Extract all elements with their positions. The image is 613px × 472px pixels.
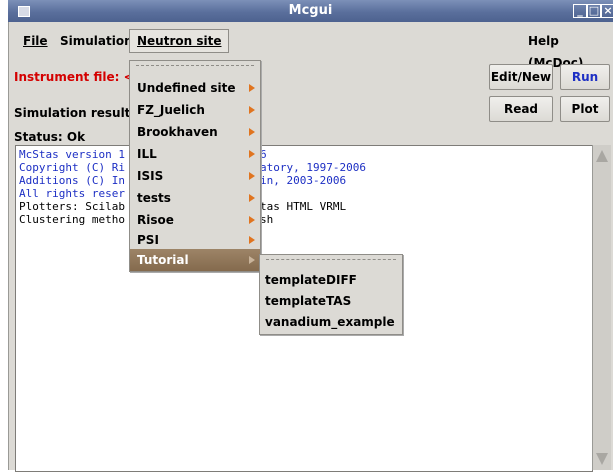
title-bar: Mcgui _ □ × xyxy=(8,0,613,22)
submenu-arrow-icon xyxy=(249,84,255,92)
console-line: Copyright (C) Ri xyxy=(19,161,125,174)
site-item-isis[interactable]: ISIS xyxy=(130,165,260,187)
site-item-brookhaven[interactable]: Brookhaven xyxy=(130,121,260,143)
site-item-ill[interactable]: ILL xyxy=(130,143,260,165)
maximize-icon[interactable]: □ xyxy=(587,4,601,18)
read-button[interactable]: Read xyxy=(489,96,553,122)
submenu-arrow-icon xyxy=(249,256,255,264)
tearoff-line[interactable] xyxy=(136,65,254,66)
submenu-arrow-icon xyxy=(249,172,255,180)
site-item-undefined[interactable]: Undefined site xyxy=(130,77,260,99)
site-item-tutorial[interactable]: Tutorial xyxy=(130,249,260,271)
site-item-label: Tutorial xyxy=(137,253,189,267)
site-item-psi[interactable]: PSI xyxy=(130,229,260,251)
site-item-label: Brookhaven xyxy=(137,125,218,139)
tutorial-item-vanadium-example[interactable]: vanadium_example xyxy=(260,311,402,333)
tutorial-item-templatetas[interactable]: templateTAS xyxy=(260,290,402,312)
site-item-fz-juelich[interactable]: FZ_Juelich xyxy=(130,99,260,121)
menu-help[interactable]: Help (McDoc) xyxy=(521,30,613,70)
console-line-tail: tas HTML VRML xyxy=(260,200,347,213)
submenu-arrow-icon xyxy=(249,236,255,244)
console-line-tail: atory, 1997-2006 xyxy=(260,161,366,174)
console-line: Plotters: Scilab xyxy=(19,200,125,213)
submenu-arrow-icon xyxy=(249,106,255,114)
console-line: All rights reser xyxy=(19,187,125,200)
edit-new-button[interactable]: Edit/New xyxy=(489,64,553,90)
menu-file-label: File xyxy=(23,34,48,48)
console-line-tail: in, 2003-2006 xyxy=(260,174,347,187)
console-line: Additions (C) In xyxy=(19,174,125,187)
scroll-up-icon[interactable] xyxy=(596,150,608,162)
site-item-label: ILL xyxy=(137,147,157,161)
site-item-label: FZ_Juelich xyxy=(137,103,205,117)
console-line-tail: sh xyxy=(260,213,274,226)
scroll-down-icon[interactable] xyxy=(596,453,608,465)
site-item-label: ISIS xyxy=(137,169,164,183)
status-label: Status: Ok xyxy=(14,130,86,144)
submenu-arrow-icon xyxy=(249,150,255,158)
instrument-file-label: Instrument file: <N xyxy=(14,70,144,84)
site-item-label: Undefined site xyxy=(137,81,236,95)
menu-file[interactable]: File xyxy=(16,30,55,52)
site-item-risoe[interactable]: Risoe xyxy=(130,209,260,231)
window-title: Mcgui xyxy=(288,3,333,18)
close-icon[interactable]: × xyxy=(601,4,613,18)
tutorial-submenu: templateDIFF templateTAS vanadium_exampl… xyxy=(259,254,403,335)
plot-button[interactable]: Plot xyxy=(560,96,610,122)
console-line: McStas version 1 xyxy=(19,148,125,161)
neutron-site-dropdown: Undefined site FZ_Juelich Brookhaven ILL… xyxy=(129,60,261,272)
site-item-tests[interactable]: tests xyxy=(130,187,260,209)
site-item-label: PSI xyxy=(137,233,159,247)
site-item-label: tests xyxy=(137,191,171,205)
menu-simulation[interactable]: Simulation xyxy=(53,30,140,52)
menu-neutron-site[interactable]: Neutron site xyxy=(129,29,230,53)
simulation-results-label: Simulation results: xyxy=(14,106,143,120)
run-button[interactable]: Run xyxy=(560,64,610,90)
minimize-icon[interactable]: _ xyxy=(573,4,587,18)
menu-simulation-label: Simulation xyxy=(60,34,133,48)
console-scrollbar[interactable] xyxy=(592,145,611,470)
submenu-arrow-icon xyxy=(249,194,255,202)
submenu-arrow-icon xyxy=(249,128,255,136)
tutorial-item-templatediff[interactable]: templateDIFF xyxy=(260,269,402,291)
submenu-arrow-icon xyxy=(249,216,255,224)
menu-neutron-site-label: Neutron site xyxy=(137,34,222,48)
console-line: Clustering metho xyxy=(19,213,125,226)
tearoff-line[interactable] xyxy=(266,259,396,260)
site-item-label: Risoe xyxy=(137,213,174,227)
